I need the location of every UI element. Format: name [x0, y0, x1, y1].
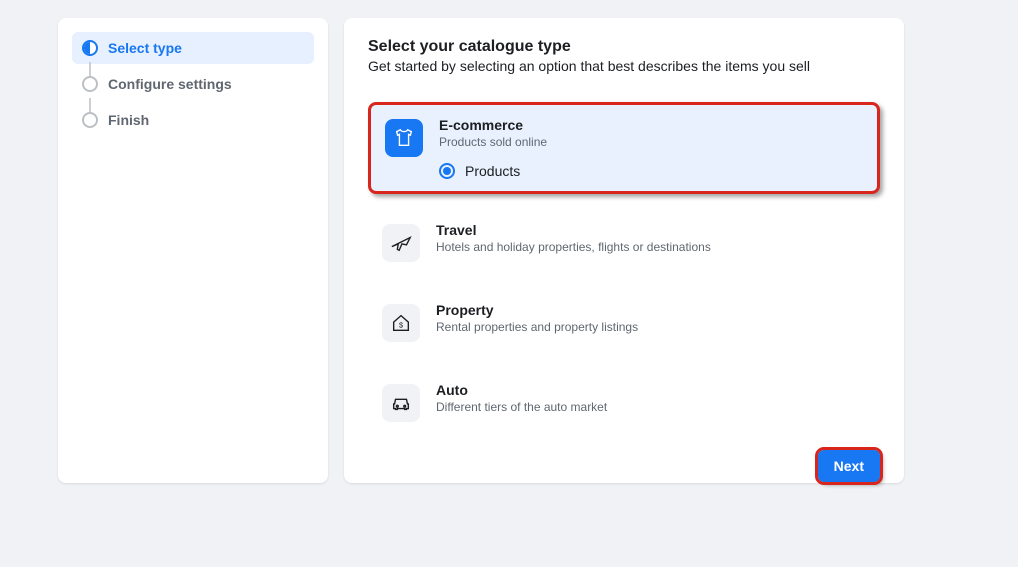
radio-products[interactable]: Products: [439, 163, 863, 179]
step-label: Finish: [108, 112, 149, 128]
radio-label: Products: [465, 163, 520, 179]
option-desc: Hotels and holiday properties, flights o…: [436, 240, 866, 254]
option-body: Travel Hotels and holiday properties, fl…: [436, 222, 866, 254]
step-select-type[interactable]: Select type: [72, 32, 314, 64]
option-title: Property: [436, 302, 866, 318]
option-travel[interactable]: Travel Hotels and holiday properties, fl…: [368, 210, 880, 274]
car-icon: [382, 384, 420, 422]
shirt-icon: [385, 119, 423, 157]
option-desc: Different tiers of the auto market: [436, 400, 866, 414]
option-body: Auto Different tiers of the auto market: [436, 382, 866, 414]
option-title: Auto: [436, 382, 866, 398]
page-title: Select your catalogue type: [368, 38, 880, 56]
circle-icon: [82, 112, 98, 128]
stepper-sidebar: Select type Configure settings Finish: [58, 18, 328, 483]
option-auto[interactable]: Auto Different tiers of the auto market: [368, 370, 880, 434]
step-label: Configure settings: [108, 76, 232, 92]
option-title: E-commerce: [439, 117, 863, 133]
step-label: Select type: [108, 40, 182, 56]
step-finish[interactable]: Finish: [72, 104, 314, 136]
option-ecommerce[interactable]: E-commerce Products sold online Products: [368, 102, 880, 194]
option-desc: Rental properties and property listings: [436, 320, 866, 334]
page-subtitle: Get started by selecting an option that …: [368, 58, 880, 74]
option-property[interactable]: $ Property Rental properties and propert…: [368, 290, 880, 354]
option-body: Property Rental properties and property …: [436, 302, 866, 334]
step-configure-settings[interactable]: Configure settings: [72, 68, 314, 100]
next-button[interactable]: Next: [818, 450, 880, 482]
plane-icon: [382, 224, 420, 262]
svg-text:$: $: [399, 321, 403, 330]
half-circle-icon: [82, 40, 98, 56]
radio-icon: [439, 163, 455, 179]
option-desc: Products sold online: [439, 135, 863, 149]
main-panel: Select your catalogue type Get started b…: [344, 18, 904, 483]
circle-icon: [82, 76, 98, 92]
footer: Next: [368, 450, 880, 482]
option-body: E-commerce Products sold online Products: [439, 117, 863, 179]
option-title: Travel: [436, 222, 866, 238]
house-icon: $: [382, 304, 420, 342]
